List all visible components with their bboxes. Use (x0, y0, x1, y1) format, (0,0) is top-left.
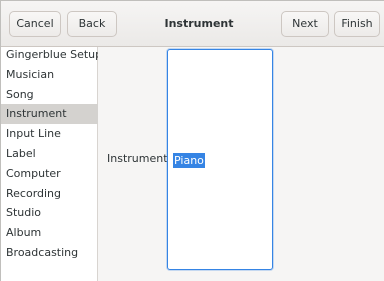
assistant-window: Cancel Back Instrument Next Finish Ginge… (0, 0, 384, 281)
instrument-option-piano[interactable]: Piano (173, 153, 205, 168)
sidebar-item-album[interactable]: Album (1, 223, 98, 243)
instrument-field-label: Instrument: (107, 152, 172, 165)
cancel-button[interactable]: Cancel (9, 11, 61, 37)
instrument-listbox[interactable]: Piano (167, 49, 273, 270)
sidebar-item-gingerblue-setup[interactable]: Gingerblue Setup (1, 45, 98, 65)
sidebar-item-input-line[interactable]: Input Line (1, 124, 98, 144)
sidebar-item-recording[interactable]: Recording (1, 184, 98, 204)
sidebar-item-broadcasting[interactable]: Broadcasting (1, 243, 98, 263)
content-area: Instrument: Piano (98, 47, 384, 281)
sidebar-item-computer[interactable]: Computer (1, 164, 98, 184)
next-button[interactable]: Next (281, 11, 329, 37)
sidebar-item-label[interactable]: Label (1, 144, 98, 164)
sidebar-list: Gingerblue Setup Musician Song Instrumen… (1, 45, 98, 263)
sidebar-item-instrument[interactable]: Instrument (1, 104, 98, 125)
sidebar-item-musician[interactable]: Musician (1, 65, 98, 85)
back-button[interactable]: Back (67, 11, 117, 37)
sidebar: Gingerblue Setup Musician Song Instrumen… (1, 47, 98, 281)
finish-button[interactable]: Finish (334, 11, 380, 37)
page-title: Instrument (164, 17, 234, 30)
sidebar-item-studio[interactable]: Studio (1, 203, 98, 223)
sidebar-item-song[interactable]: Song (1, 85, 98, 105)
header-bar: Cancel Back Instrument Next Finish (1, 1, 384, 47)
